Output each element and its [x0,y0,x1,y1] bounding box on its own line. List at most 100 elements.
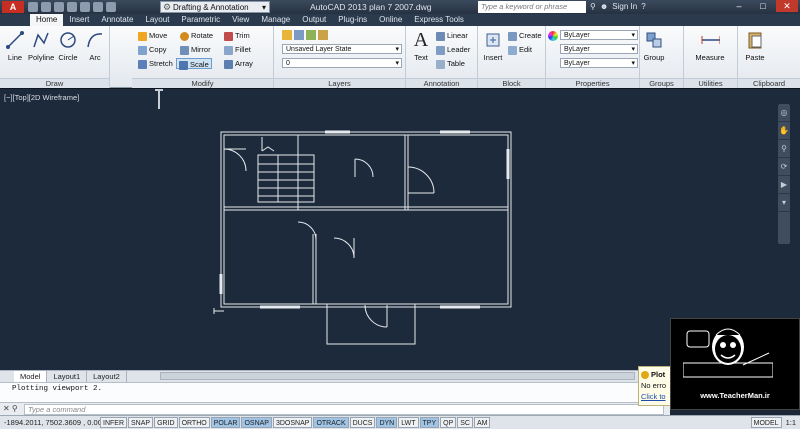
tab-insert[interactable]: Insert [63,14,95,26]
table-tool[interactable]: Table [436,58,465,69]
status-toggle-3dosnap[interactable]: 3DOSNAP [272,417,313,428]
line-tool[interactable]: Line [2,29,28,62]
zoom-icon[interactable]: ⚲ [778,140,790,158]
tab-annotate[interactable]: Annotate [95,14,139,26]
utilities-panel-title[interactable]: Utilities [684,78,737,88]
status-toggle-snap[interactable]: SNAP [128,417,154,428]
annotation-scale[interactable]: 1:1 [786,418,796,427]
color-wheel-icon[interactable] [548,31,558,41]
trim-tool[interactable]: Trim [224,30,250,41]
maximize-button[interactable]: □ [752,0,774,12]
status-toggle-lwt[interactable]: LWT [398,417,419,428]
status-toggle-qp[interactable]: QP [440,417,457,428]
array-tool[interactable]: Array [224,58,253,69]
user-icon[interactable]: ☻ [600,2,608,11]
workspace-select[interactable]: Drafting & Annotation [160,1,270,14]
pan-icon[interactable]: ✋ [778,122,790,140]
leader-tool[interactable]: Leader [436,44,470,55]
layer-properties-icon[interactable] [282,30,292,40]
redo-icon[interactable] [106,2,116,12]
status-toggle-dyn[interactable]: DYN [376,417,398,428]
status-toggle-tpy[interactable]: TPY [419,417,440,428]
stretch-tool[interactable]: Stretch [138,58,173,69]
status-toggle-grid[interactable]: GRID [154,417,178,428]
steeringwheel-icon[interactable]: ◎ [778,104,790,122]
draw-panel-title[interactable]: Draw [0,78,109,88]
lineweight-select[interactable]: ByLayer [560,58,638,68]
search-icon[interactable]: ⚲ [590,2,596,11]
tab-manage[interactable]: Manage [255,14,296,26]
tab-output[interactable]: Output [296,14,332,26]
tab-layout2[interactable]: Layout2 [87,371,127,382]
status-toggle-ducs[interactable]: DUCS [349,417,376,428]
application-menu-button[interactable]: A [2,1,24,13]
command-input[interactable]: Type a command [24,404,664,415]
undo-icon[interactable] [93,2,103,12]
horizontal-scrollbar[interactable] [160,372,635,380]
close-button[interactable]: ✕ [776,0,798,12]
status-toggle-infer[interactable]: INFER [100,417,127,428]
open-icon[interactable] [41,2,51,12]
status-toggle-am[interactable]: AM [473,417,491,428]
rotate-tool[interactable]: Rotate [180,30,213,41]
arc-tool[interactable]: Arc [82,29,108,62]
status-toggle-sc[interactable]: SC [457,417,473,428]
save-as-icon[interactable] [67,2,77,12]
polyline-tool[interactable]: Polyline [28,29,54,62]
fillet-tool[interactable]: Fillet [224,44,251,55]
layer-isolate-icon[interactable] [306,30,316,40]
color-select[interactable]: ByLayer [560,30,638,40]
new-icon[interactable] [28,2,38,12]
plot-icon[interactable] [80,2,90,12]
help-icon[interactable]: ? [641,2,645,11]
tab-express-tools[interactable]: Express Tools [408,14,470,26]
command-close-icon[interactable]: ✕ ⚲ [3,404,18,413]
tab-online[interactable]: Online [373,14,408,26]
layer-off-icon[interactable] [294,30,304,40]
paste-tool[interactable]: Paste [742,29,768,62]
block-panel-title[interactable]: Block [478,78,545,88]
properties-panel-title[interactable]: Properties [546,78,639,88]
status-toggle-osnap[interactable]: OSNAP [241,417,272,428]
status-toggle-polar[interactable]: POLAR [210,417,241,428]
tab-home[interactable]: Home [30,14,64,26]
status-toggle-ortho[interactable]: ORTHO [178,417,210,428]
measure-tool[interactable]: Measure [688,29,732,62]
sign-in-link[interactable]: Sign In [612,2,637,11]
group-tool[interactable]: Group [641,29,667,62]
minimize-button[interactable]: – [728,0,750,12]
move-tool[interactable]: Move [138,30,167,41]
search-input[interactable]: Type a keyword or phrase [478,1,586,13]
tab-model[interactable]: Model [14,371,48,382]
tab-layout[interactable]: Layout [139,14,175,26]
modify-panel-title[interactable]: Modify [132,78,273,88]
edit-block-tool[interactable]: Edit [508,44,532,55]
create-block-tool[interactable]: Create [508,30,542,41]
tab-plug-ins[interactable]: Plug-ins [332,14,373,26]
model-space-toggle[interactable]: MODEL [750,417,782,428]
groups-panel-title[interactable]: Groups [640,78,683,88]
text-tool[interactable]: A Text [408,29,434,63]
layer-state-select[interactable]: Unsaved Layer State [282,44,402,54]
annotation-panel: A Text Linear Leader Table Annotation [406,26,478,88]
current-layer-select[interactable]: 0 [282,58,402,68]
save-icon[interactable] [54,2,64,12]
circle-tool[interactable]: Circle [55,29,81,62]
copy-tool[interactable]: Copy [138,44,167,55]
tab-view[interactable]: View [226,14,255,26]
layer-freeze-icon[interactable] [318,30,328,40]
linear-dimension-tool[interactable]: Linear [436,30,468,41]
annotation-panel-title[interactable]: Annotation [406,78,477,88]
status-toggle-otrack[interactable]: OTRACK [313,417,349,428]
layers-panel-title[interactable]: Layers [274,78,405,88]
clipboard-panel-title[interactable]: Clipboard [738,78,800,88]
mirror-tool[interactable]: Mirror [180,44,211,55]
scale-tool[interactable]: Scale [176,58,212,70]
showmotion-icon[interactable]: ▶ [778,176,790,194]
tab-parametric[interactable]: Parametric [175,14,226,26]
tab-layout1[interactable]: Layout1 [47,371,88,382]
insert-tool[interactable]: Insert [480,29,506,62]
linetype-select[interactable]: ByLayer [560,44,638,54]
orbit-icon[interactable]: ⟳ [778,158,790,176]
navbar-menu-icon[interactable]: ▾ [778,194,790,212]
